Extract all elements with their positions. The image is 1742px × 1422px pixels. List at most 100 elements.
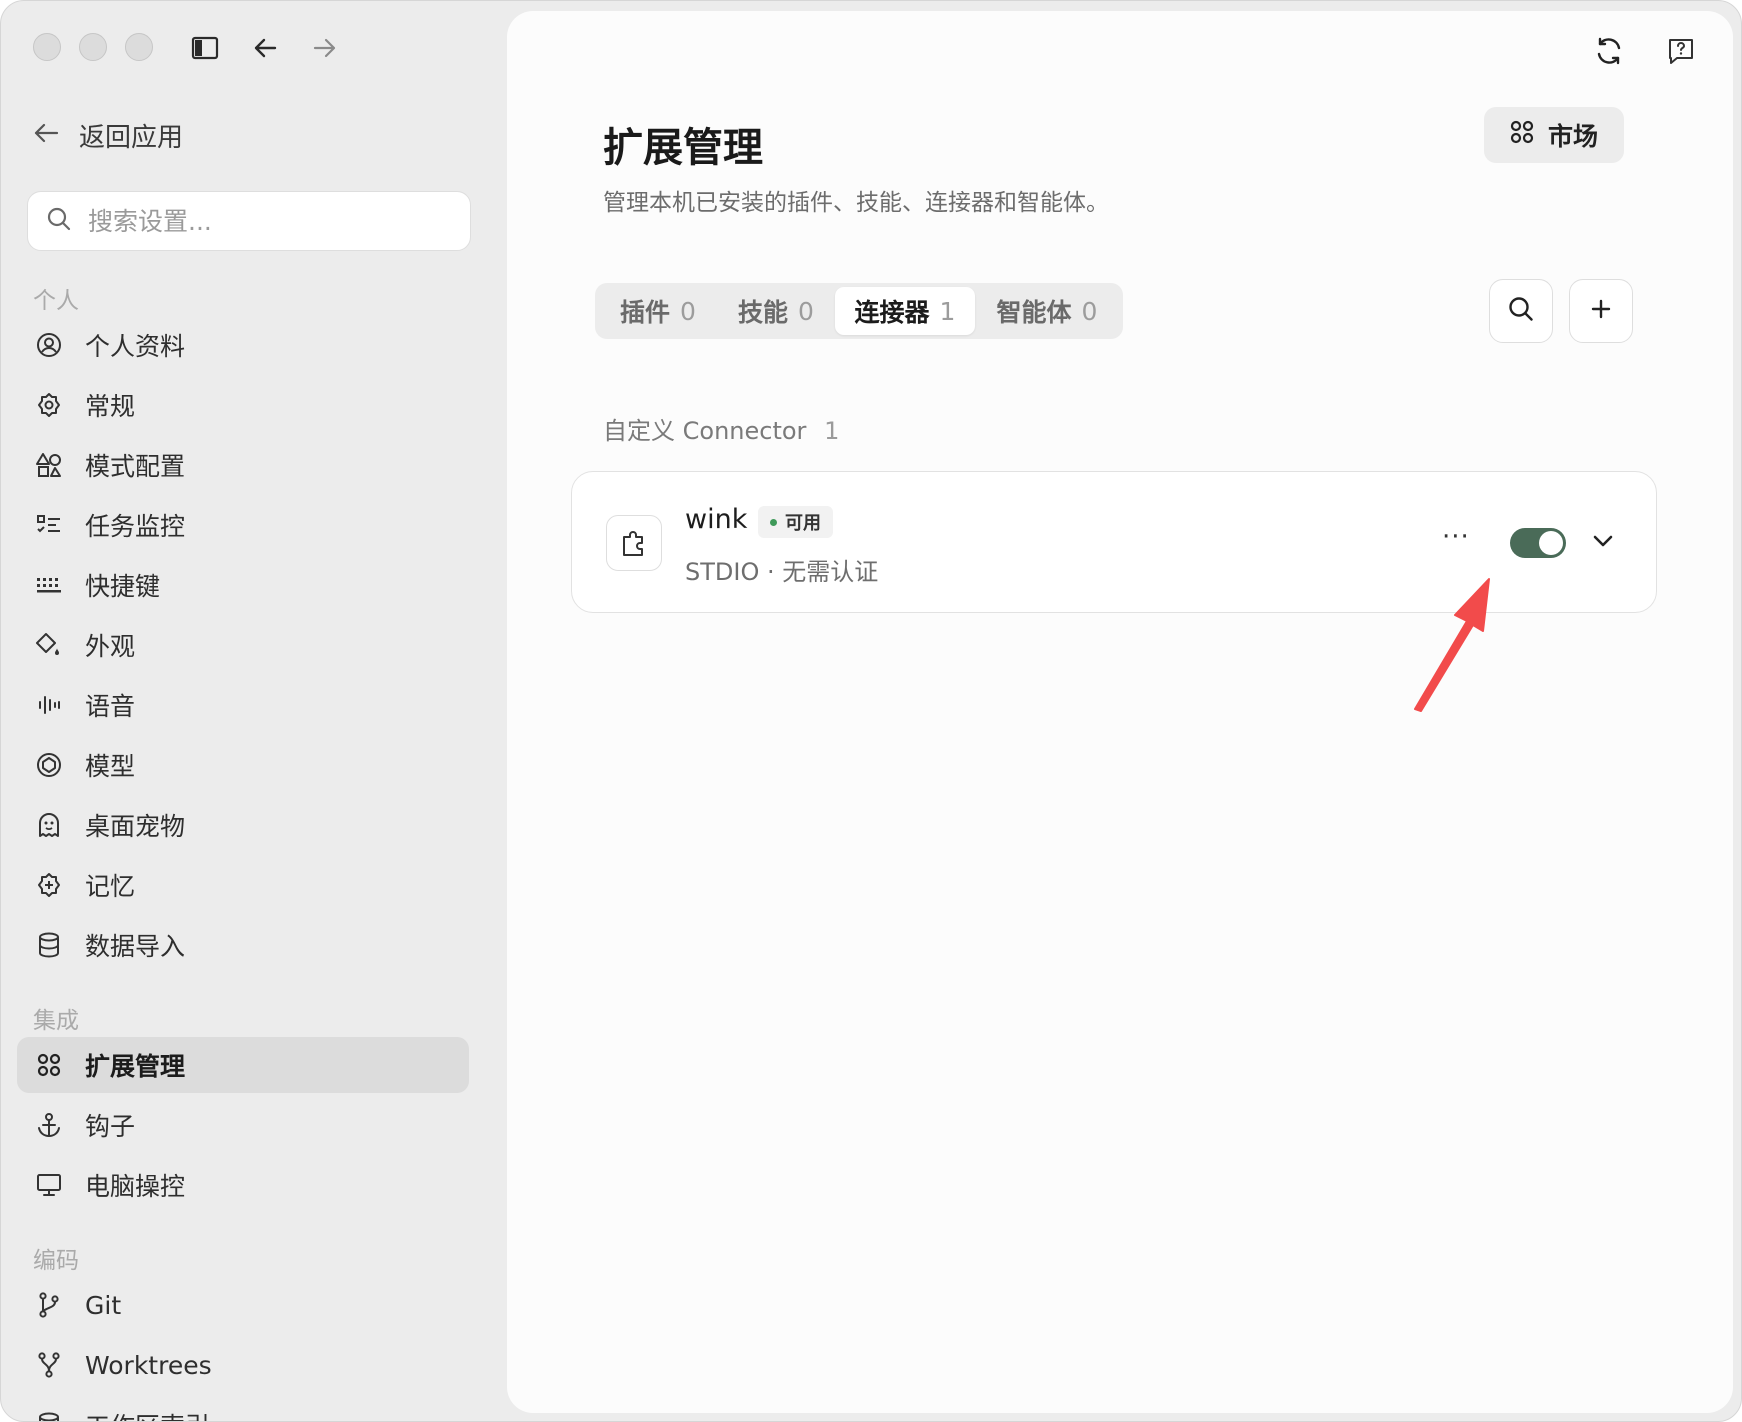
section-integration: 集成: [33, 1008, 79, 1034]
task-list-icon: [35, 511, 63, 539]
forward-arrow-icon[interactable]: [308, 31, 342, 65]
sidebar-item-label: 常规: [85, 392, 136, 421]
search-icon: [1507, 295, 1535, 327]
sidebar-item-model[interactable]: 模型: [17, 737, 469, 793]
settings-search[interactable]: [27, 191, 471, 251]
sidebar-item-label: Git: [85, 1290, 122, 1320]
page-subtitle: 管理本机已安装的插件、技能、连接器和智能体。: [603, 190, 1109, 216]
tab-count: 1: [939, 296, 956, 326]
sidebar-item-memory[interactable]: 记忆: [17, 857, 469, 913]
search-button[interactable]: [1489, 279, 1553, 343]
tab-label: 技能: [738, 298, 789, 327]
sidebar-item-label: 桌面宠物: [85, 812, 186, 841]
ghost-icon: [35, 811, 63, 839]
arrow-left-icon: [33, 121, 59, 151]
sidebar-item-label: 模型: [85, 752, 136, 781]
sidebar-item-extensions[interactable]: 扩展管理: [17, 1037, 469, 1093]
sidebar-item-label: 个人资料: [85, 332, 186, 361]
paint-bucket-icon: [35, 631, 63, 659]
sidebar-item-git[interactable]: Git: [17, 1277, 469, 1333]
back-to-app-link[interactable]: 返回应用: [33, 117, 183, 154]
sidebar-item-worktrees[interactable]: Worktrees: [17, 1337, 469, 1393]
tab-label: 智能体: [996, 298, 1072, 327]
connector-name: wink: [685, 504, 748, 535]
help-icon[interactable]: [1661, 31, 1701, 71]
back-to-app-label: 返回应用: [79, 123, 184, 153]
tab-connectors[interactable]: 连接器 1: [835, 287, 975, 335]
sidebar-item-label: 钩子: [85, 1112, 136, 1141]
market-button[interactable]: 市场: [1484, 107, 1624, 163]
sidebar-item-label: 扩展管理: [85, 1052, 186, 1081]
database-icon: [35, 931, 63, 959]
monitor-icon: [35, 1171, 63, 1199]
group-label: 自定义 Connector: [603, 417, 807, 445]
minimize-window-button[interactable]: [79, 33, 107, 61]
maximize-window-button[interactable]: [125, 33, 153, 61]
sidebar-item-voice[interactable]: 语音: [17, 677, 469, 733]
sidebar-item-shortcuts[interactable]: 快捷键: [17, 557, 469, 613]
group-count: 1: [824, 417, 840, 445]
sidebar-item-label: 模式配置: [85, 452, 186, 481]
audio-wave-icon: [35, 691, 63, 719]
sidebar-item-general[interactable]: 常规: [17, 377, 469, 433]
add-button[interactable]: [1569, 279, 1633, 343]
sidebar-item-hooks[interactable]: 钩子: [17, 1097, 469, 1153]
sidebar-item-label: 语音: [85, 692, 136, 721]
sidebar-item-computer-control[interactable]: 电脑操控: [17, 1157, 469, 1213]
database-icon: [35, 1411, 63, 1421]
status-label: 可用: [785, 513, 821, 534]
close-window-button[interactable]: [33, 33, 61, 61]
search-input[interactable]: [88, 206, 448, 236]
grid-icon: [1510, 120, 1534, 150]
sidebar-item-label: 任务监控: [85, 512, 186, 541]
page-title: 扩展管理: [603, 125, 763, 171]
connector-enable-toggle[interactable]: [1510, 528, 1566, 558]
more-options-button[interactable]: ···: [1442, 522, 1470, 552]
main-panel: 扩展管理 管理本机已安装的插件、技能、连接器和智能体。 市场 插件 0 技能 0…: [507, 11, 1733, 1413]
sidebar-item-data-import[interactable]: 数据导入: [17, 917, 469, 973]
sidebar-item-profile[interactable]: 个人资料: [17, 317, 469, 373]
sidebar-toggle-icon[interactable]: [188, 31, 222, 65]
tab-plugins[interactable]: 插件 0: [599, 287, 717, 335]
sidebar-item-desktop-pet[interactable]: 桌面宠物: [17, 797, 469, 853]
window-controls: [33, 33, 153, 61]
chevron-down-icon[interactable]: [1588, 526, 1618, 556]
status-dot-icon: [770, 518, 777, 526]
grid-icon: [35, 1051, 63, 1079]
sidebar-item-label: 快捷键: [85, 572, 161, 601]
shapes-icon: [35, 451, 63, 479]
plus-icon: [1589, 297, 1613, 325]
annotation-arrow-icon: [1414, 578, 1490, 712]
extension-tabs: 插件 0 技能 0 连接器 1 智能体 0: [595, 283, 1123, 339]
sidebar-item-workspace-index[interactable]: 工作区索引: [17, 1397, 469, 1421]
puzzle-icon: [606, 515, 662, 571]
refresh-icon[interactable]: [1589, 31, 1629, 71]
back-arrow-icon[interactable]: [248, 31, 282, 65]
tab-count: 0: [680, 296, 696, 326]
sidebar-item-label: 记忆: [85, 872, 136, 901]
worktree-icon: [35, 1351, 63, 1379]
user-circle-icon: [35, 331, 63, 359]
sidebar-item-appearance[interactable]: 外观: [17, 617, 469, 673]
search-icon: [46, 206, 72, 236]
tab-label: 连接器: [854, 298, 930, 327]
keyboard-icon: [35, 571, 63, 599]
toggle-knob: [1539, 531, 1563, 555]
sidebar-item-label: 外观: [85, 632, 136, 661]
sidebar: 返回应用 个人 个人资料 常规 模式配置 任务监控 快捷键: [1, 1, 507, 1421]
tab-agents[interactable]: 智能体 0: [975, 287, 1119, 335]
connector-meta: STDIO · 无需认证: [685, 558, 879, 586]
git-branch-icon: [35, 1291, 63, 1319]
connector-group-header: 自定义 Connector 1: [603, 411, 839, 446]
settings-window: 返回应用 个人 个人资料 常规 模式配置 任务监控 快捷键: [0, 0, 1742, 1422]
tab-count: 0: [1081, 296, 1098, 326]
market-label: 市场: [1547, 122, 1598, 151]
tab-count: 0: [798, 296, 814, 326]
tab-label: 插件: [620, 298, 671, 327]
tab-skills[interactable]: 技能 0: [717, 287, 835, 335]
sidebar-item-task-monitor[interactable]: 任务监控: [17, 497, 469, 553]
anchor-icon: [35, 1111, 63, 1139]
sidebar-item-label: 电脑操控: [85, 1172, 186, 1201]
section-coding: 编码: [33, 1248, 79, 1274]
sidebar-item-mode-config[interactable]: 模式配置: [17, 437, 469, 493]
